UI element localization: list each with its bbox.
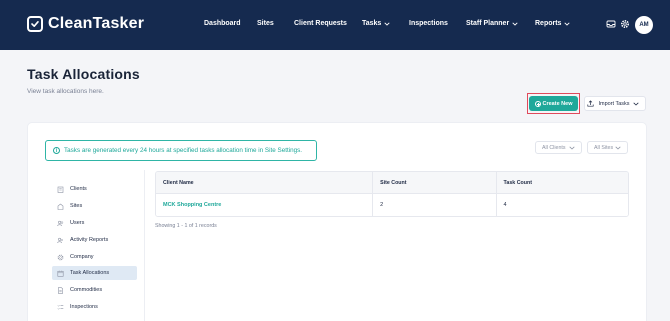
page-subtitle: View task allocations here. bbox=[27, 88, 104, 95]
gear-icon[interactable] bbox=[620, 19, 630, 29]
sidebar-item-commodities[interactable]: Commodities bbox=[52, 283, 137, 297]
chevron-down-icon bbox=[384, 21, 390, 26]
chevron-down-icon bbox=[512, 21, 518, 26]
sidebar-item-sites[interactable]: Sites bbox=[52, 199, 137, 213]
column-header-client-name[interactable]: Client Name bbox=[156, 172, 374, 193]
nav-reports[interactable]: Reports bbox=[535, 20, 571, 27]
task-count-cell: 4 bbox=[503, 202, 507, 208]
nav-dashboard[interactable]: Dashboard bbox=[204, 20, 241, 27]
plus-circle-icon bbox=[534, 100, 541, 107]
records-count: Showing 1 - 1 of 1 records bbox=[155, 223, 217, 229]
checklist-icon bbox=[57, 304, 64, 310]
site-icon bbox=[57, 203, 64, 210]
chevron-down-icon bbox=[564, 21, 571, 26]
column-header-site-count[interactable]: Site Count bbox=[373, 172, 497, 193]
upload-icon bbox=[587, 100, 595, 107]
brand-logo[interactable]: CleanTasker bbox=[27, 15, 144, 33]
user-avatar[interactable]: AM bbox=[635, 16, 653, 34]
nav-sites[interactable]: Sites bbox=[257, 20, 274, 27]
info-icon: i bbox=[53, 147, 60, 154]
page-title: Task Allocations bbox=[27, 66, 140, 82]
site-count-cell: 2 bbox=[373, 194, 497, 216]
table-header: Client Name Site Count Task Count bbox=[156, 172, 628, 194]
info-banner: i Tasks are generated every 24 hours at … bbox=[45, 140, 317, 161]
brand-name: CleanTasker bbox=[48, 15, 145, 32]
gear-icon bbox=[57, 254, 64, 260]
chevron-down-icon bbox=[569, 146, 575, 150]
logo-check-icon bbox=[27, 16, 43, 32]
create-new-button[interactable]: Create New bbox=[529, 96, 578, 111]
allocations-table: Client Name Site Count Task Count MCK Sh… bbox=[155, 171, 629, 217]
sidebar-item-task-allocations[interactable]: Task Allocations bbox=[52, 266, 137, 280]
sidebar-item-inspections[interactable]: Inspections bbox=[52, 300, 137, 314]
table-row[interactable]: MCK Shopping Centre 2 4 bbox=[156, 194, 628, 216]
column-header-task-count[interactable]: Task Count bbox=[497, 172, 628, 193]
nav-inspections[interactable]: Inspections bbox=[409, 20, 448, 27]
clients-filter-select[interactable]: All Clients bbox=[535, 141, 582, 154]
nav-tasks[interactable]: Tasks bbox=[362, 20, 390, 27]
chevron-down-icon bbox=[615, 146, 621, 150]
nav-staff-planner[interactable]: Staff Planner bbox=[466, 20, 518, 27]
users-icon bbox=[57, 220, 64, 226]
nav-client-requests[interactable]: Client Requests bbox=[294, 20, 347, 27]
info-message: Tasks are generated every 24 hours at sp… bbox=[64, 147, 303, 154]
inbox-icon[interactable] bbox=[606, 19, 616, 29]
activity-icon bbox=[57, 237, 63, 243]
sidebar-item-clients[interactable]: Clients bbox=[52, 182, 137, 196]
chevron-down-icon bbox=[632, 102, 639, 106]
settings-sidebar: Clients Sites Users Activity Reports Com… bbox=[45, 170, 145, 321]
client-name-cell: MCK Shopping Centre bbox=[156, 194, 374, 216]
document-icon bbox=[58, 286, 63, 294]
building-icon bbox=[57, 186, 64, 193]
top-navbar: CleanTasker Dashboard Sites Client Reque… bbox=[0, 0, 670, 50]
calendar-icon bbox=[57, 270, 64, 277]
sidebar-item-company[interactable]: Company bbox=[52, 250, 137, 264]
import-tasks-button[interactable]: Import Tasks bbox=[584, 96, 646, 111]
sidebar-item-users[interactable]: Users bbox=[52, 216, 137, 230]
client-link[interactable]: MCK Shopping Centre bbox=[163, 202, 221, 208]
sidebar-item-activity-reports[interactable]: Activity Reports bbox=[52, 233, 137, 247]
sites-filter-select[interactable]: All Sites bbox=[587, 141, 628, 154]
